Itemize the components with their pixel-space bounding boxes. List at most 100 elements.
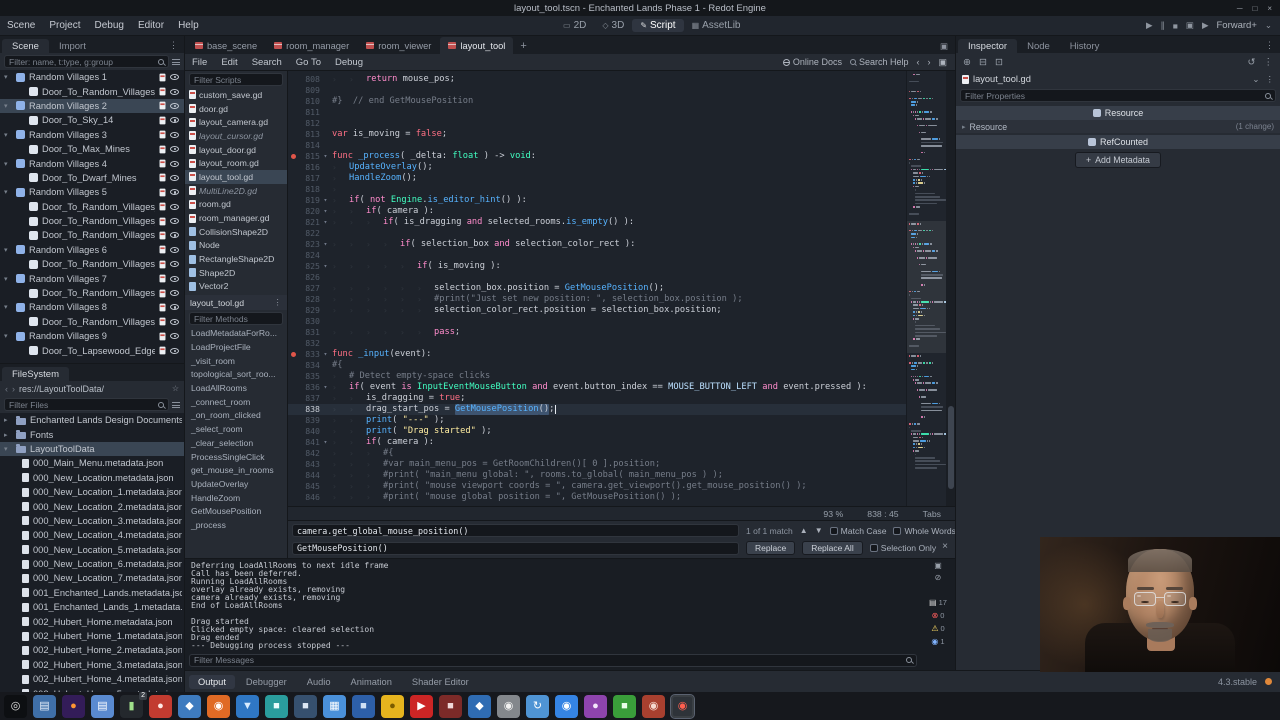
workspace-tab-3d[interactable]: ◇ 3D [594, 19, 632, 32]
script-attached-icon[interactable] [159, 202, 166, 211]
method-list-item[interactable]: _on_room_clicked [185, 409, 287, 423]
script-menu-go-to[interactable]: Go To [289, 57, 328, 68]
scene-tab-room_manager[interactable]: room_manager [266, 37, 357, 54]
menubar-menu-debug[interactable]: Debug [87, 20, 130, 31]
stop-icon[interactable]: ■ [1173, 21, 1178, 31]
script-attached-icon[interactable] [159, 318, 166, 326]
script-attached-icon[interactable] [159, 346, 166, 355]
scene-tree-item[interactable]: Door_To_Lapsewood_Edge [0, 343, 184, 357]
code-line[interactable]: 826 [288, 272, 906, 283]
code-line[interactable]: 823▾ if( selection_box and selection_colo… [288, 239, 906, 250]
selection-only-checkbox[interactable]: Selection Only [869, 543, 936, 553]
scene-tab-layout_tool[interactable]: layout_tool [440, 37, 514, 54]
play-icon[interactable]: ▶ [1146, 20, 1153, 31]
firefox[interactable]: ● [62, 694, 85, 718]
minimize-icon[interactable]: ─ [1237, 4, 1243, 13]
bottom-tab-debugger[interactable]: Debugger [237, 675, 296, 689]
calendar[interactable]: ▦ [323, 694, 346, 718]
browser[interactable]: ◉ [555, 694, 578, 718]
workspace-tab-2d[interactable]: ▭ 2D [555, 19, 594, 32]
expand-caret-icon[interactable]: ▾ [4, 73, 12, 81]
indent-type[interactable]: Tabs [923, 509, 941, 519]
menubar-menu-project[interactable]: Project [42, 20, 87, 31]
code-line[interactable]: 813 var is_moving = false; [288, 129, 906, 140]
fold-caret-icon[interactable]: ▾ [320, 217, 331, 228]
taskbar-app-8[interactable]: ◉ [207, 694, 230, 718]
code-line[interactable]: 821▾ if( is_dragging and selected_rooms.i… [288, 217, 906, 228]
code-line[interactable]: 841▾ if( camera ): [288, 437, 906, 448]
expand-editor-icon[interactable]: ▣ [933, 41, 955, 54]
script-attached-icon[interactable] [159, 332, 166, 341]
dock-menu-icon[interactable]: ⋮ [163, 40, 184, 53]
scene-dock-tab-scene[interactable]: Scene [2, 39, 49, 53]
filesystem-file[interactable]: 000_New_Location_2.metadata.json [0, 499, 184, 513]
scene-tree-item[interactable]: ▾ Random Villages 2 [0, 98, 184, 114]
code-line[interactable]: 825▾ if( is_moving ): [288, 261, 906, 272]
scene-tree-item[interactable]: Door_To_Sky_14 [0, 113, 184, 127]
script-list-item[interactable]: MultiLine2D.gd [185, 184, 287, 198]
renderer-select[interactable]: Forward+ [1216, 20, 1256, 31]
taskbar-app-22[interactable]: ■ [613, 694, 636, 718]
filesystem-file[interactable]: 002_Hubert_Home.metadata.json [0, 614, 184, 628]
script-menu-file[interactable]: File [185, 57, 214, 68]
code-line[interactable]: 812 [288, 118, 906, 129]
visibility-icon[interactable] [170, 160, 179, 167]
code-line[interactable]: 818 [288, 184, 906, 195]
expand-caret-icon[interactable]: ▾ [4, 275, 12, 283]
script-attached-icon[interactable] [159, 116, 166, 125]
replace-all-button[interactable]: Replace All [802, 541, 863, 556]
next-match-icon[interactable]: ▼ [815, 526, 823, 535]
script-list-item[interactable]: Shape2D [185, 266, 287, 280]
scene-dock-tab-import[interactable]: Import [49, 39, 96, 53]
script-attached-icon[interactable] [159, 231, 166, 240]
bottom-tab-shader-editor[interactable]: Shader Editor [403, 675, 478, 689]
scene-tree-item[interactable]: Door_To_Max_Mines [0, 142, 184, 156]
file-filter-input[interactable]: Filter Files [4, 398, 169, 411]
pause-icon[interactable]: ∥ [1161, 20, 1165, 31]
scene-tree-item[interactable]: ▾ Random Villages 1 [0, 70, 184, 84]
visibility-icon[interactable] [170, 246, 179, 253]
code-line[interactable]: 815 ▾ func _process( _delta: float ) -> vo… [288, 151, 906, 162]
filesystem-file[interactable]: 002_Hubert_Home_2.metadata.json [0, 643, 184, 657]
filesystem-file[interactable]: 002_Hubert_Home_4.metadata.json [0, 672, 184, 686]
method-list-item[interactable]: GetMousePosition [185, 505, 287, 519]
filter-options-icon[interactable] [172, 401, 180, 408]
app-menu[interactable]: ◎ [4, 694, 27, 718]
scrollbar-thumb[interactable] [947, 405, 954, 489]
scene-tree-item[interactable]: ▾ Random Villages 8 [0, 300, 184, 314]
script-attached-icon[interactable] [159, 87, 166, 96]
inspected-object-row[interactable]: layout_tool.gd ⌄ ⋮ [956, 71, 1280, 87]
play-scene-icon[interactable]: ▶ [1202, 20, 1209, 31]
visibility-icon[interactable] [170, 74, 179, 81]
script-list-item[interactable]: layout_camera.gd [185, 115, 287, 129]
script-list-item[interactable]: RectangleShape2D [185, 252, 287, 266]
bottom-tab-output[interactable]: Output [189, 674, 235, 689]
messages-filter-toggle[interactable]: ▤ 17 [929, 598, 947, 607]
fold-caret-icon[interactable]: ▾ [320, 239, 331, 250]
method-list-item[interactable]: _clear_selection [185, 437, 287, 451]
code-minimap[interactable] [906, 71, 946, 506]
add-metadata-button[interactable]: + Add Metadata [1075, 152, 1161, 168]
back-icon[interactable]: ‹ [5, 384, 8, 394]
filter-messages-input[interactable]: Filter Messages [189, 653, 917, 667]
expand-caret-icon[interactable]: ▾ [4, 131, 12, 139]
visibility-icon[interactable] [170, 275, 179, 282]
favorite-icon[interactable]: ☆ [172, 384, 179, 393]
filesystem-file[interactable]: 000_New_Location_3.metadata.json [0, 514, 184, 528]
script-list-item[interactable]: Node [185, 239, 287, 253]
file-manager[interactable]: ▤ [33, 694, 56, 718]
script-list-item[interactable]: CollisionShape2D [185, 225, 287, 239]
taskbar-app-23[interactable]: ◉ [642, 694, 665, 718]
expand-caret-icon[interactable]: ▾ [4, 332, 12, 340]
script-list-item[interactable]: Vector2 [185, 280, 287, 294]
terminal[interactable]: ▮ 2 [120, 691, 147, 718]
script-attached-icon[interactable] [159, 102, 166, 110]
script-attached-icon[interactable] [159, 289, 166, 297]
code-line[interactable]: 838 drag_start_pos = GetMousePosition(); [288, 404, 906, 415]
code-line[interactable]: 809 [288, 85, 906, 96]
script-menu-debug[interactable]: Debug [328, 57, 370, 68]
scene-tree-item[interactable]: Door_To_Random_Villages_8 [0, 228, 184, 242]
expand-caret-icon[interactable]: ▸ [4, 431, 12, 439]
history-back-icon[interactable]: ‹ [916, 57, 919, 67]
method-list-item[interactable]: LoadMetadataForRo... [185, 327, 287, 341]
